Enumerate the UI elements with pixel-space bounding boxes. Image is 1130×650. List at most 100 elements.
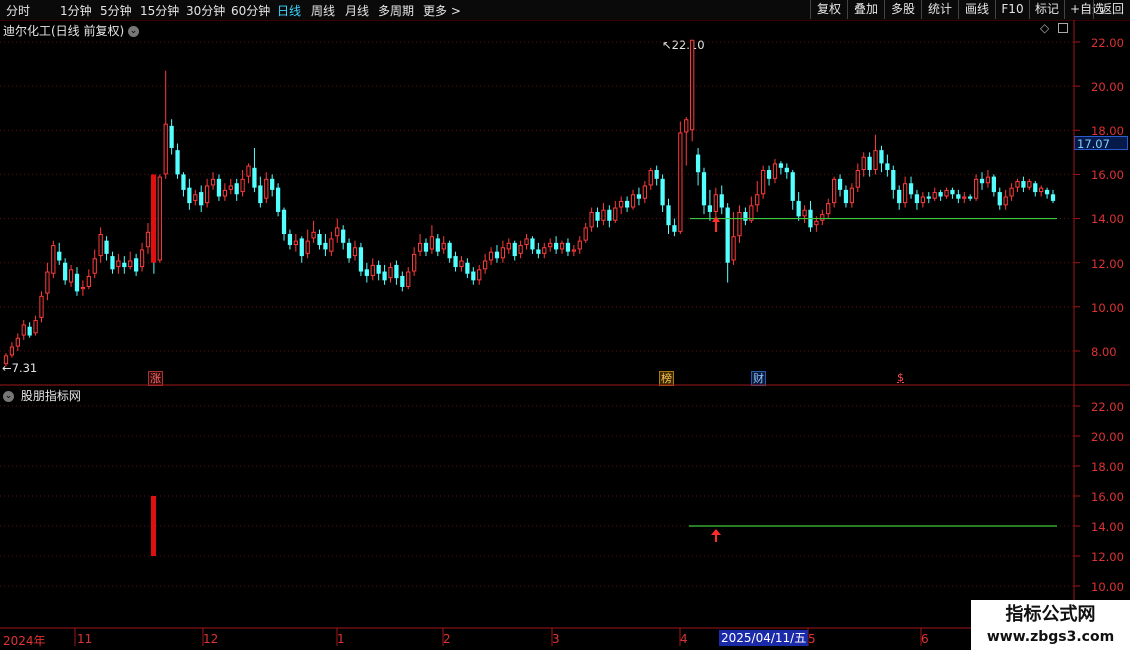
- candle-body: [737, 211, 742, 237]
- candle-body: [57, 251, 62, 261]
- candle-body: [110, 256, 115, 270]
- candle-body: [589, 211, 594, 228]
- candle-body: [429, 236, 435, 250]
- candle-body: [412, 253, 417, 272]
- candle-body: [86, 275, 91, 287]
- candle-body: [908, 183, 914, 195]
- candle-body: [755, 194, 760, 206]
- candle-body: [15, 337, 20, 347]
- candle-body: [453, 256, 458, 268]
- candle-body: [92, 258, 97, 274]
- candle-body: [802, 209, 807, 217]
- candle-body: [950, 189, 955, 195]
- candle-body: [406, 271, 411, 287]
- candle-body: [240, 178, 245, 193]
- candle-body: [619, 200, 624, 208]
- candle-body: [968, 196, 973, 199]
- candle-body: [210, 178, 216, 186]
- candle-body: [920, 196, 925, 204]
- candle-body: [116, 260, 121, 268]
- kline-chart[interactable]: [0, 0, 1130, 650]
- candle-body: [873, 150, 878, 171]
- candle-body: [287, 234, 293, 246]
- candle-body: [358, 247, 364, 272]
- candle-body: [843, 189, 849, 204]
- x-axis-label: 3: [552, 632, 560, 646]
- candle-body: [1009, 187, 1014, 197]
- candle-body: [713, 194, 718, 212]
- candle-body: [323, 242, 328, 250]
- candle-body: [222, 189, 227, 197]
- candle-body: [731, 236, 736, 261]
- candle-body: [388, 267, 393, 279]
- candle-body: [897, 189, 902, 204]
- candle-body: [997, 192, 1002, 206]
- candle-body: [1033, 183, 1038, 193]
- candle-body: [512, 242, 517, 257]
- candle-body: [1050, 194, 1056, 201]
- candle-body: [743, 211, 748, 221]
- x-axis-label: 2024年: [3, 634, 46, 648]
- candle-body: [678, 132, 683, 232]
- candle-body: [21, 324, 26, 336]
- candle-body: [275, 187, 281, 212]
- candle-body: [684, 119, 689, 133]
- candle-body: [707, 205, 713, 212]
- candle-body: [400, 275, 405, 287]
- candle-body: [163, 123, 168, 175]
- candle-body: [169, 125, 174, 148]
- candle-body: [796, 200, 801, 217]
- candle-body: [506, 242, 511, 250]
- candle-body: [654, 170, 659, 179]
- candle-body: [435, 238, 440, 252]
- candle-body: [157, 176, 162, 261]
- candle-body: [914, 194, 920, 204]
- x-axis-label: 6: [921, 632, 929, 646]
- candle-body: [577, 240, 582, 250]
- candle-body: [530, 238, 535, 250]
- candle-body: [441, 242, 446, 250]
- indicator-bar: [151, 496, 156, 556]
- candle-body: [601, 209, 606, 221]
- candle-body: [305, 240, 310, 254]
- candle-body: [772, 163, 778, 179]
- candle-body: [382, 271, 387, 281]
- candle-body: [51, 245, 56, 274]
- candle-body: [264, 178, 269, 199]
- candle-body: [695, 154, 701, 173]
- up-arrow-icon: [711, 529, 721, 542]
- candle-body: [879, 150, 884, 164]
- candle-body: [583, 227, 588, 241]
- candle-body: [991, 176, 996, 193]
- candle-body: [39, 295, 44, 318]
- signal-bar: [151, 174, 156, 263]
- candle-body: [494, 251, 500, 259]
- candle-body: [820, 214, 825, 221]
- candle-body: [459, 260, 464, 268]
- candle-body: [648, 170, 653, 186]
- watermark-logo: 指标公式网 www.zbgs3.com: [971, 600, 1130, 650]
- candle-body: [690, 39, 695, 131]
- candle-body: [855, 170, 860, 188]
- candle-body: [613, 207, 618, 221]
- candle-body: [293, 240, 298, 246]
- candle-body: [465, 262, 470, 274]
- candle-body: [258, 185, 263, 204]
- candle-body: [175, 150, 180, 175]
- candle-body: [607, 209, 612, 221]
- candle-body: [145, 231, 151, 248]
- candle-body: [447, 242, 452, 259]
- candle-body: [932, 192, 937, 199]
- candle-body: [944, 189, 949, 197]
- candle-body: [204, 185, 210, 204]
- candle-body: [571, 249, 576, 252]
- candle-body: [423, 242, 429, 252]
- candle-body: [270, 178, 275, 190]
- x-axis-label: 5: [808, 632, 816, 646]
- candle-body: [329, 238, 334, 252]
- candle-body: [891, 170, 896, 190]
- candle-body: [636, 194, 642, 199]
- candle-body: [9, 346, 15, 356]
- candle-body: [370, 264, 375, 276]
- candle-body: [335, 227, 340, 237]
